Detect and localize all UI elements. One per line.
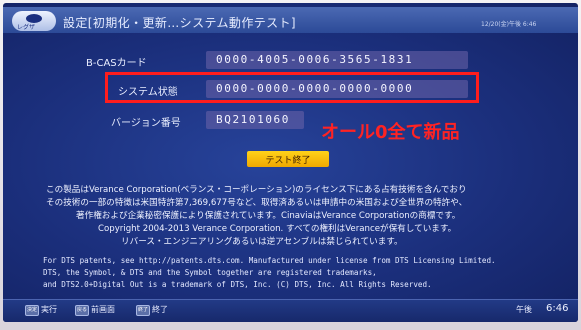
version-value: BQ2101060 [216,113,291,126]
version-value-box: BQ2101060 [206,111,304,129]
tv-frame: レグザ 設定[初期化・更新…システム動作テスト] 12/20(金)午後 6:46… [0,0,581,330]
logo-text: レグザ [17,24,36,31]
license-line: その技術の一部の特徴は米国特許第7,369,677号など、取得済あるいは申請中の… [46,198,468,208]
license-line: Copyright 2004-2013 Verance Corporation.… [98,224,457,234]
back-key-icon: 戻る [75,305,89,316]
license-line: リバース・エンジニアリングあるいは逆アセンブルは禁じられています。 [121,237,403,247]
dts-line: For DTS patents, see http://patents.dts.… [43,256,496,265]
exit-key-icon: 終了 [136,305,150,316]
version-label: バージョン番号 [111,118,181,129]
highlight-box [105,72,479,103]
test-end-button[interactable]: テスト終了 [247,151,329,167]
execute-label[interactable]: 実行 [41,304,57,315]
annotation-text: オール0全て新品 [321,122,460,143]
test-end-button-label: テスト終了 [265,156,311,166]
bottom-bar: 決定 実行 戻る 前画面 終了 終了 午後 6:46 [3,299,578,322]
previous-screen-label[interactable]: 前画面 [91,304,115,315]
exit-label[interactable]: 終了 [152,304,168,315]
license-line: この製品はVerance Corporation(ベランス・コーポレーション)の… [46,185,467,195]
enter-key-icon: 決定 [25,305,39,316]
page-title: 設定[初期化・更新…システム動作テスト] [63,16,297,30]
bcas-card-label: B-CASカード [86,58,147,69]
dts-line: and DTS2.0+Digital Out is a trademark of… [43,280,432,289]
regza-logo: レグザ [12,11,56,31]
title-bar: レグザ 設定[初期化・更新…システム動作テスト] 12/20(金)午後 6:46 [3,7,578,33]
bcas-card-value: 0000-4005-0006-3565-1831 [216,53,414,66]
tv-screen: レグザ 設定[初期化・更新…システム動作テスト] 12/20(金)午後 6:46… [3,3,578,322]
clock-ampm: 午後 [516,305,532,314]
header-datetime: 12/20(金)午後 6:46 [481,21,537,28]
license-line: 著作権および企業秘密保護により保護されています。CinaviaはVerance … [76,211,461,221]
dts-line: DTS, the Symbol, & DTS and the Symbol to… [43,268,377,277]
bcas-card-value-box: 0000-4005-0006-3565-1831 [206,51,468,69]
clock-time: 6:46 [546,303,569,314]
